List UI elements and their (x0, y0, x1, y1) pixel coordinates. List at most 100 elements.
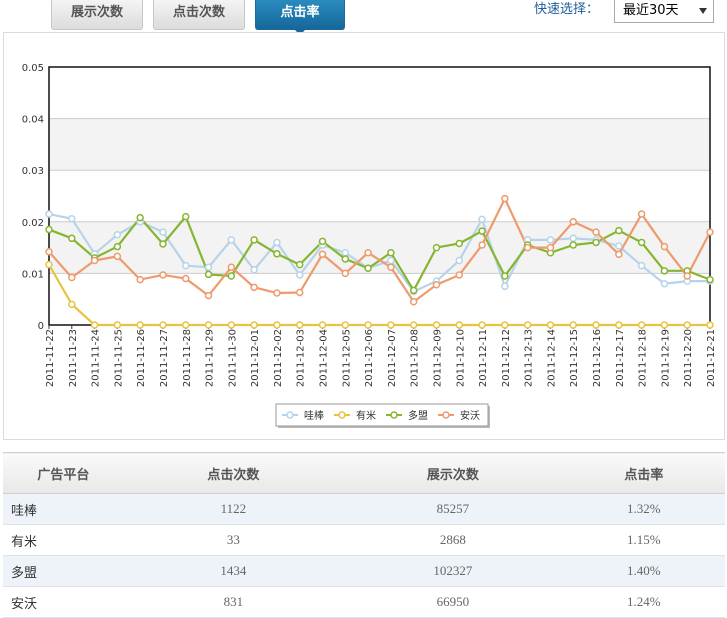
cell-impressions: 2868 (343, 524, 563, 556)
data-point (159, 271, 167, 279)
data-point (637, 321, 646, 329)
chart-panel: 0 0.01 0.02 0.03 0.04 0.05 2011-11-22 2011-11-2… (3, 32, 725, 440)
y-tick-label: 0.01 (22, 269, 44, 280)
data-point (660, 321, 669, 329)
data-point (409, 286, 418, 295)
x-tick-label: 2011-12-09 (432, 329, 443, 387)
data-point (409, 321, 418, 329)
data-point (706, 321, 714, 329)
data-point (478, 321, 486, 329)
header-platform: 广告平台 (3, 452, 124, 494)
data-point (136, 213, 144, 222)
plot-border (48, 66, 711, 326)
x-tick-label: 2011-12-17 (615, 329, 626, 387)
data-point (706, 228, 714, 236)
data-point (341, 321, 350, 329)
legend: 哇棒 有米 多盟 安沃 (275, 403, 490, 428)
table-row: 安沃 831 66950 1.24% (3, 586, 725, 618)
data-point (204, 291, 213, 300)
tab-clicks[interactable]: 点击次数 (153, 0, 245, 30)
legend-label: 多盟 (408, 409, 428, 422)
x-tick-label: 2011-11-26 (136, 329, 147, 387)
data-point (295, 321, 304, 329)
data-point (182, 261, 190, 270)
data-point (683, 321, 691, 329)
data-point (68, 234, 76, 243)
x-tick-label: 2011-12-01 (250, 329, 261, 387)
x-tick-label: 2011-12-06 (364, 329, 375, 387)
data-point (364, 321, 372, 329)
cell-click-rate: 1.32% (562, 493, 725, 525)
x-tick-label: 2011-11-28 (182, 329, 193, 387)
cell-clicks: 33 (123, 524, 344, 556)
tab-click-rate[interactable]: 点击率 (255, 0, 345, 35)
cell-impressions: 85257 (343, 493, 563, 525)
data-point (227, 263, 236, 271)
data-point (637, 210, 646, 218)
table-header-row: 广告平台 点击次数 展示次数 点击率 (3, 452, 725, 494)
x-tick-label: 2011-12-15 (569, 329, 580, 387)
cell-platform: 安沃 (3, 586, 124, 618)
data-point (227, 321, 236, 329)
date-range-select[interactable]: 最近30天 (614, 0, 714, 23)
data-point (250, 236, 258, 244)
data-point (250, 321, 258, 329)
header-clicks: 点击次数 (123, 452, 344, 494)
date-range-value: 最近30天 (623, 3, 679, 18)
y-tick-label: 0 (38, 321, 44, 332)
data-point (615, 250, 623, 259)
data-point (250, 283, 258, 292)
data-point (250, 266, 258, 274)
x-tick-label: 2011-12-20 (683, 329, 694, 387)
data-point (318, 321, 327, 329)
data-point (68, 300, 76, 309)
data-point (341, 249, 350, 257)
data-point (569, 218, 577, 226)
tab-impressions[interactable]: 展示次数 (51, 0, 143, 30)
data-point (432, 321, 441, 329)
data-point (159, 228, 167, 236)
cell-clicks: 1434 (123, 555, 344, 587)
data-point (90, 321, 99, 329)
data-point (592, 238, 600, 247)
data-point (68, 273, 76, 282)
data-point (113, 242, 122, 251)
data-point (432, 281, 441, 289)
chevron-down-icon (699, 8, 707, 14)
x-tick-label: 2011-12-19 (660, 329, 671, 387)
data-point (295, 288, 304, 297)
x-tick-label: 2011-11-30 (227, 329, 238, 387)
cell-click-rate: 1.24% (562, 586, 725, 618)
data-point (615, 242, 623, 250)
x-tick-label: 2011-12-11 (478, 329, 489, 387)
data-point (432, 243, 441, 252)
data-point (387, 256, 395, 265)
legend-label: 哇棒 (304, 409, 324, 422)
data-point (204, 270, 213, 279)
x-tick-label: 2011-12-18 (638, 329, 649, 387)
data-point (637, 238, 646, 247)
table-row: 有米 33 2868 1.15% (3, 524, 725, 556)
data-point (660, 242, 669, 251)
data-point (45, 260, 53, 269)
data-point (159, 240, 167, 248)
data-point (478, 215, 486, 223)
cell-clicks: 831 (123, 586, 344, 618)
data-point (341, 269, 350, 278)
y-tick-label: 0.04 (22, 115, 44, 126)
data-point (592, 321, 600, 329)
data-point (569, 234, 577, 243)
x-tick-label: 2011-11-23 (68, 329, 79, 387)
y-tick-label: 0.02 (22, 218, 44, 229)
data-point (113, 321, 122, 329)
x-tick-label: 2011-12-03 (296, 329, 307, 387)
data-point (478, 241, 486, 249)
legend-marker (286, 411, 294, 419)
x-tick-label: 2011-12-07 (387, 329, 398, 387)
line-chart: 0 0.01 0.02 0.03 0.04 0.05 2011-11-22 2011-11-2… (22, 63, 717, 428)
data-point (273, 321, 281, 329)
data-point (364, 264, 372, 272)
data-point (341, 255, 350, 263)
data-point (113, 252, 122, 261)
data-point (182, 274, 190, 283)
